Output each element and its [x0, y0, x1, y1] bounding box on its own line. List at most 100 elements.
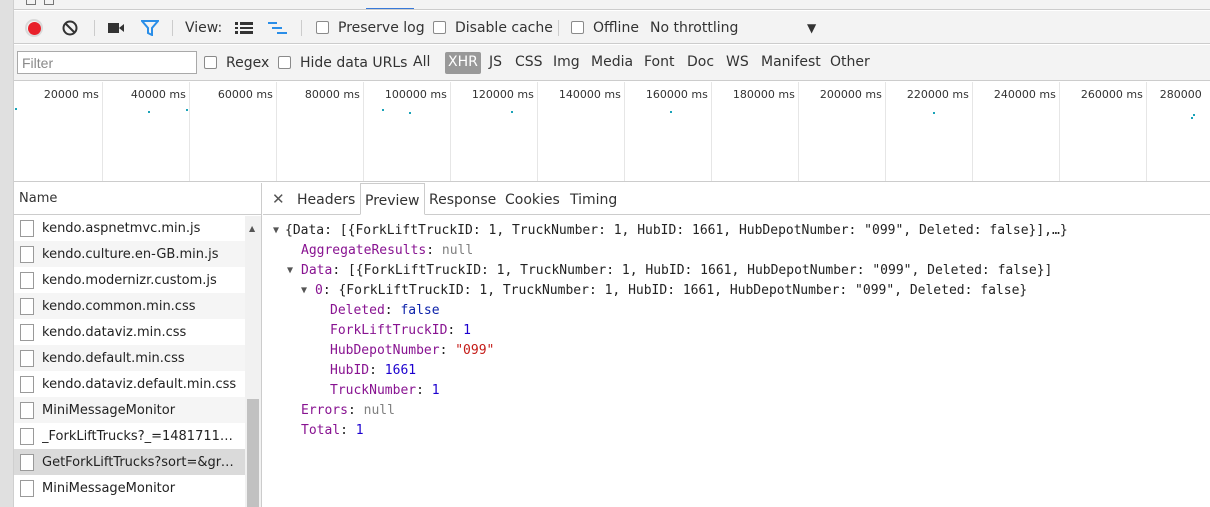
preview-errors-line: Errors: null — [301, 403, 395, 418]
preview-total-line: Total: 1 — [301, 423, 364, 438]
request-row[interactable]: kendo.culture.en-GB.min.js — [14, 241, 261, 267]
type-filter-media[interactable]: Media — [588, 52, 636, 74]
type-filter-doc[interactable]: Doc — [684, 52, 717, 74]
hide-data-urls-label: Hide data URLs — [300, 55, 408, 71]
expanded-triangle-icon[interactable]: ▼ — [273, 221, 279, 241]
tab-headers[interactable]: Headers — [293, 183, 359, 215]
camera-icon[interactable] — [108, 22, 124, 34]
timeline-tick-label: 180000 ms — [732, 88, 795, 101]
data-summary: [{ForkLiftTruckID: 1, TruckNumber: 1, Hu… — [347, 263, 1053, 278]
request-row[interactable]: kendo.modernizr.custom.js — [14, 267, 261, 293]
request-list-scrollbar[interactable]: ▲ — [245, 216, 261, 507]
close-icon[interactable]: ✕ — [272, 190, 285, 208]
filter-input[interactable] — [17, 51, 197, 74]
expanded-triangle-icon[interactable]: ▼ — [287, 261, 293, 281]
file-icon — [20, 297, 34, 315]
inspect-icon[interactable] — [26, 0, 36, 5]
request-name: kendo.dataviz.min.css — [42, 324, 187, 340]
aggregate-key: AggregateResults — [301, 243, 427, 258]
device-toolbar-icon[interactable] — [44, 0, 54, 5]
errors-key: Errors — [301, 403, 348, 418]
request-name: MiniMessageMonitor — [42, 480, 176, 496]
file-icon — [20, 453, 34, 471]
tab-preview[interactable]: Preview — [360, 183, 425, 215]
tab-timing[interactable]: Timing — [566, 183, 621, 215]
preview-field-line: HubDepotNumber: "099" — [330, 343, 495, 358]
filter-bar: Regex Hide data URLs All XHR JS CSS Img … — [14, 45, 1210, 81]
timeline-tick-label: 100000 ms — [384, 88, 447, 101]
waterfall-icon[interactable] — [268, 22, 288, 34]
expanded-triangle-icon[interactable]: ▼ — [301, 281, 307, 301]
request-row[interactable]: kendo.common.min.css — [14, 293, 261, 319]
tab-cookies[interactable]: Cookies — [501, 183, 564, 215]
devtools-top-tabs — [14, 0, 1210, 10]
timeline-request-mark — [511, 111, 513, 113]
preview-root-line[interactable]: ▼ {Data: [{ForkLiftTruckID: 1, TruckNumb… — [263, 221, 1210, 241]
hide-data-urls-checkbox[interactable] — [278, 56, 291, 69]
request-row[interactable]: kendo.dataviz.min.css — [14, 319, 261, 345]
request-row[interactable]: MiniMessageMonitor — [14, 397, 261, 423]
request-row[interactable]: _ForkLiftTrucks?_=1481711014... — [14, 423, 261, 449]
scroll-up-icon[interactable]: ▲ — [249, 224, 255, 233]
type-filter-img[interactable]: Img — [550, 52, 583, 74]
timeline-overview[interactable]: 20000 ms 40000 ms 60000 ms 80000 ms 100000 m… — [14, 82, 1210, 182]
item-key: 0 — [315, 283, 323, 298]
type-filter-xhr[interactable]: XHR — [445, 52, 481, 74]
type-filter-manifest[interactable]: Manifest — [758, 52, 824, 74]
file-icon — [20, 401, 34, 419]
timeline-tick-label: 140000 ms — [558, 88, 621, 101]
regex-checkbox[interactable] — [204, 56, 217, 69]
preview-item-line[interactable]: ▼ 0: {ForkLiftTruckID: 1, TruckNumber: 1… — [263, 281, 1210, 301]
request-row[interactable]: MiniMessageMonitor — [14, 475, 261, 501]
timeline-gridline — [362, 82, 364, 181]
timeline-tick-label: 60000 ms — [217, 88, 273, 101]
type-filter-css[interactable]: CSS — [512, 52, 546, 74]
scrollbar-thumb[interactable] — [247, 399, 259, 507]
timeline-request-mark — [670, 111, 672, 113]
type-filter-all[interactable]: All — [410, 52, 433, 74]
timeline-gridline — [623, 82, 625, 181]
request-detail-pane: ✕ Headers Preview Response Cookies Timin… — [263, 183, 1210, 507]
tab-response[interactable]: Response — [425, 183, 500, 215]
file-icon — [20, 219, 34, 237]
preserve-log-checkbox[interactable] — [316, 21, 329, 34]
offline-checkbox[interactable] — [571, 21, 584, 34]
field-key: TruckNumber — [330, 383, 417, 398]
total-value: 1 — [355, 423, 364, 438]
timeline-tick-label: 40000 ms — [130, 88, 186, 101]
timeline-gridline — [884, 82, 886, 181]
type-filter-ws[interactable]: WS — [723, 52, 752, 74]
disable-cache-checkbox[interactable] — [433, 21, 446, 34]
root-summary: {Data: [{ForkLiftTruckID: 1, TruckNumber… — [285, 223, 1068, 238]
clear-icon[interactable] — [62, 20, 78, 36]
preview-field-line: Deleted: false — [330, 303, 440, 318]
request-row[interactable]: GetForkLiftTrucks?sort=&grou... — [14, 449, 261, 475]
preview-data-line[interactable]: ▼ Data: [{ForkLiftTruckID: 1, TruckNumbe… — [263, 261, 1210, 281]
request-list: Name kendo.aspnetmvc.min.js kendo.culture… — [14, 183, 262, 507]
record-button[interactable] — [25, 19, 43, 37]
file-icon — [20, 427, 34, 445]
request-row[interactable]: kendo.default.min.css — [14, 345, 261, 371]
left-edge-strip — [0, 0, 14, 507]
throttling-select[interactable]: No throttling — [650, 20, 738, 36]
request-name: MiniMessageMonitor — [42, 402, 176, 418]
large-rows-icon[interactable] — [235, 22, 253, 34]
preserve-log-label: Preserve log — [338, 20, 425, 36]
name-column-header[interactable]: Name — [14, 183, 261, 215]
item-summary: {ForkLiftTruckID: 1, TruckNumber: 1, Hub… — [338, 283, 1028, 298]
timeline-tick-label: 200000 ms — [819, 88, 882, 101]
timeline-gridline — [971, 82, 973, 181]
chevron-down-icon[interactable]: ▼ — [807, 21, 816, 35]
file-icon — [20, 375, 34, 393]
type-filter-other[interactable]: Other — [827, 52, 873, 74]
type-filter-font[interactable]: Font — [641, 52, 677, 74]
field-value: 1661 — [384, 363, 417, 378]
request-row[interactable]: kendo.dataviz.default.min.css — [14, 371, 261, 397]
type-filter-js[interactable]: JS — [486, 52, 505, 74]
toolbar-separator — [94, 20, 95, 36]
field-key: ForkLiftTruckID — [330, 323, 448, 338]
timeline-request-mark — [1193, 114, 1195, 116]
timeline-request-mark — [409, 112, 411, 114]
request-row[interactable]: kendo.aspnetmvc.min.js — [14, 215, 261, 241]
filter-icon[interactable] — [141, 20, 159, 36]
